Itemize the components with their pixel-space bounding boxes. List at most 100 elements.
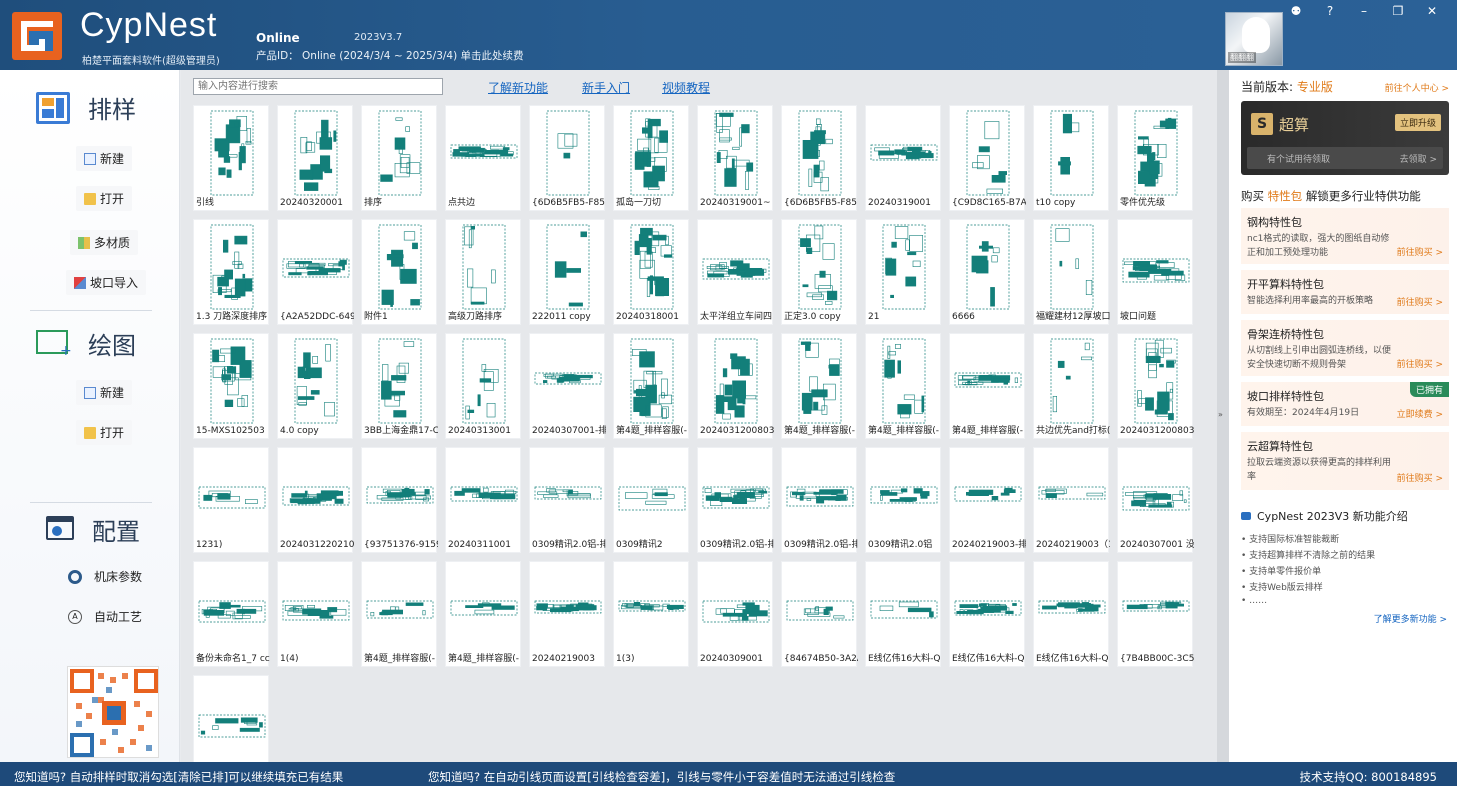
project-tile[interactable]: E线亿伟16大料-Q <box>865 561 941 667</box>
layout-open-button[interactable]: 打开 <box>76 186 133 211</box>
project-tile[interactable]: 20240307001-排 <box>529 333 606 439</box>
project-tile[interactable]: 正定3.0 copy <box>781 219 857 325</box>
help-icon[interactable]: ? <box>1313 4 1347 18</box>
renew-link[interactable]: 立即续费 > <box>1397 407 1443 420</box>
project-tile[interactable]: 4.0 copy <box>277 333 353 439</box>
project-tile[interactable]: 共边优先and打标(- <box>1033 333 1110 439</box>
buy-link[interactable]: 前往购买 > <box>1397 295 1443 308</box>
project-tile[interactable]: 引线 <box>193 105 269 211</box>
project-tile[interactable]: E线亿伟16大料-Q <box>1033 561 1109 667</box>
project-tile[interactable]: 3BB上海金鼎17-C <box>361 333 438 439</box>
project-tile[interactable]: 点共边 <box>445 105 521 211</box>
project-tile[interactable]: 福耀建材12厚坡口 <box>1033 219 1110 325</box>
draw-open-button[interactable]: 打开 <box>76 420 133 445</box>
panel-splitter[interactable]: » <box>1217 70 1229 762</box>
project-tile[interactable]: 0309精讯2.0铝-排 <box>781 447 858 553</box>
project-tile[interactable]: 0309精讯2 <box>613 447 689 553</box>
project-tile[interactable]: 20240312008035 <box>1117 333 1194 439</box>
project-tile[interactable]: 20240312202108 <box>277 447 354 553</box>
project-tile[interactable]: 太平洋组立车间四 <box>697 219 773 325</box>
buy-link[interactable]: 前往购买 > <box>1397 471 1443 484</box>
multi-material-button[interactable]: 多材质 <box>70 230 139 255</box>
project-tile[interactable]: 0309精讯2.0铝 <box>865 447 941 553</box>
project-tile[interactable]: 20240309001 <box>697 561 773 667</box>
project-tile[interactable]: 0309精讯2.0铝-排 <box>697 447 774 553</box>
close-icon[interactable]: ✕ <box>1415 4 1449 18</box>
project-tile[interactable]: 第4题_排样容服(- <box>445 561 521 667</box>
project-tile[interactable]: 第4题_排样容服(- <box>781 333 857 439</box>
project-tile[interactable]: 6666 <box>949 219 1025 325</box>
video-tutorials-link[interactable]: 视频教程 <box>662 79 710 96</box>
auto-process-button[interactable]: A 自动工艺 <box>60 604 150 629</box>
project-tile[interactable]: 20240319001 <box>865 105 941 211</box>
buy-link[interactable]: 前往购买 > <box>1397 357 1443 370</box>
layout-new-button[interactable]: 新建 <box>76 146 133 171</box>
project-tile[interactable]: 附件1 <box>361 219 437 325</box>
project-tile[interactable]: 20240319001~ 1 <box>697 105 774 211</box>
avatar[interactable]: 翻翻翻 <box>1225 12 1283 66</box>
new-file-icon <box>84 152 96 165</box>
project-tile[interactable]: 20240311001 <box>445 447 521 553</box>
project-tile[interactable]: {93751376-9159- <box>361 447 438 553</box>
upgrade-button[interactable]: 立即升级 <box>1394 114 1441 131</box>
draw-new-button[interactable]: 新建 <box>76 380 133 405</box>
project-tile[interactable]: 第4题_排样容服(- <box>865 333 941 439</box>
project-tile[interactable]: 第4题_排样容服(- <box>949 333 1025 439</box>
project-tile[interactable]: 1(3) <box>613 561 689 667</box>
project-tile[interactable]: 20240312008035 <box>697 333 774 439</box>
project-tile[interactable]: 15-MXS102503 <box>193 333 269 439</box>
project-tile-label: 备份未命名1_7 cc <box>196 654 270 664</box>
product-id-renew-link[interactable]: 产品ID： Online (2024/3/4 ~ 2025/3/4) 单击此处续… <box>256 48 524 63</box>
project-tile[interactable]: {C9D8C165-B7A9 <box>949 105 1026 211</box>
personal-center-link[interactable]: 前往个人中心 > <box>1385 81 1449 94</box>
project-tile[interactable]: 20240320001 <box>277 105 353 211</box>
project-tile[interactable]: 排序 <box>361 105 437 211</box>
project-tile[interactable]: 第4题_排样容服(- <box>613 333 689 439</box>
project-tile[interactable]: {7B4BB00C-3C5A <box>1117 561 1194 667</box>
right-panel: 当前版本: 专业版 前往个人中心 > S 超算 立即升级 有个试用待领取 去领取… <box>1229 70 1457 762</box>
project-tile-label: {6D6B5FB5-F851- <box>532 198 606 208</box>
project-tile[interactable]: 20240318001 <box>613 219 689 325</box>
more-features-link[interactable]: 了解更多新功能 > <box>1374 612 1447 625</box>
project-tile[interactable]: 20240313001 <box>445 333 521 439</box>
project-tile[interactable]: 21 <box>865 219 941 325</box>
nest-preview-thumbnail <box>882 338 926 424</box>
bevel-import-button[interactable]: 坡口导入 <box>66 270 147 295</box>
project-tile[interactable]: 1.3 刀路深度排序 <box>193 219 269 325</box>
new-file-icon <box>84 386 96 399</box>
project-tile[interactable]: 20240219003（1 <box>1033 447 1110 553</box>
trial-claim-link[interactable]: 去领取 > <box>1400 152 1437 165</box>
project-tile[interactable]: E线亿伟16大料-Q <box>949 561 1025 667</box>
user-icon[interactable]: ⚉ <box>1279 4 1313 18</box>
project-tile-label: 20240319001~ 1 <box>700 198 774 208</box>
project-tile[interactable]: 0309精讯2.0铝-排 <box>529 447 606 553</box>
project-tile[interactable]: {A2A52DDC-6495 <box>277 219 354 325</box>
learn-new-features-link[interactable]: 了解新功能 <box>488 79 548 96</box>
project-tile[interactable]: {6D6B5FB5-F851- <box>529 105 606 211</box>
project-tile[interactable]: 第4题_排样容服(- <box>361 561 437 667</box>
project-tile[interactable]: 坡口问题 <box>1117 219 1193 325</box>
project-tile[interactable]: 20240219003 <box>529 561 605 667</box>
buy-link[interactable]: 前往购买 > <box>1397 245 1443 258</box>
project-tile[interactable]: 1(4) <box>277 561 353 667</box>
project-tile[interactable]: {84674B50-3A2A <box>781 561 858 667</box>
project-tile[interactable]: 孤岛一刀切 <box>613 105 689 211</box>
project-tile[interactable]: 1231) <box>193 447 269 553</box>
getting-started-link[interactable]: 新手入门 <box>582 79 630 96</box>
project-tile[interactable]: 222011 copy <box>529 219 605 325</box>
machine-params-button[interactable]: 机床参数 <box>60 564 150 589</box>
project-tile[interactable]: 20240219003-排 <box>949 447 1026 553</box>
search-input[interactable] <box>193 78 443 95</box>
project-tile-label: 点共边 <box>448 198 476 208</box>
minimize-icon[interactable]: – <box>1347 4 1381 18</box>
project-tile[interactable]: 20240307001 没 <box>1117 447 1194 553</box>
news-item: • …… <box>1241 596 1268 606</box>
trial-bar[interactable]: 有个试用待领取 去领取 > <box>1247 147 1443 169</box>
project-tile[interactable]: 高级刀路排序 <box>445 219 521 325</box>
project-tile[interactable]: {6D6B5FB5-F851- <box>781 105 858 211</box>
project-tile[interactable]: 备份未命名1_7 cc <box>193 561 270 667</box>
restore-icon[interactable]: ❐ <box>1381 4 1415 18</box>
project-tile[interactable]: 零件优先级 <box>1117 105 1193 211</box>
project-tile-label: 0309精讯2.0铝 <box>868 540 933 550</box>
project-tile[interactable]: t10 copy <box>1033 105 1109 211</box>
